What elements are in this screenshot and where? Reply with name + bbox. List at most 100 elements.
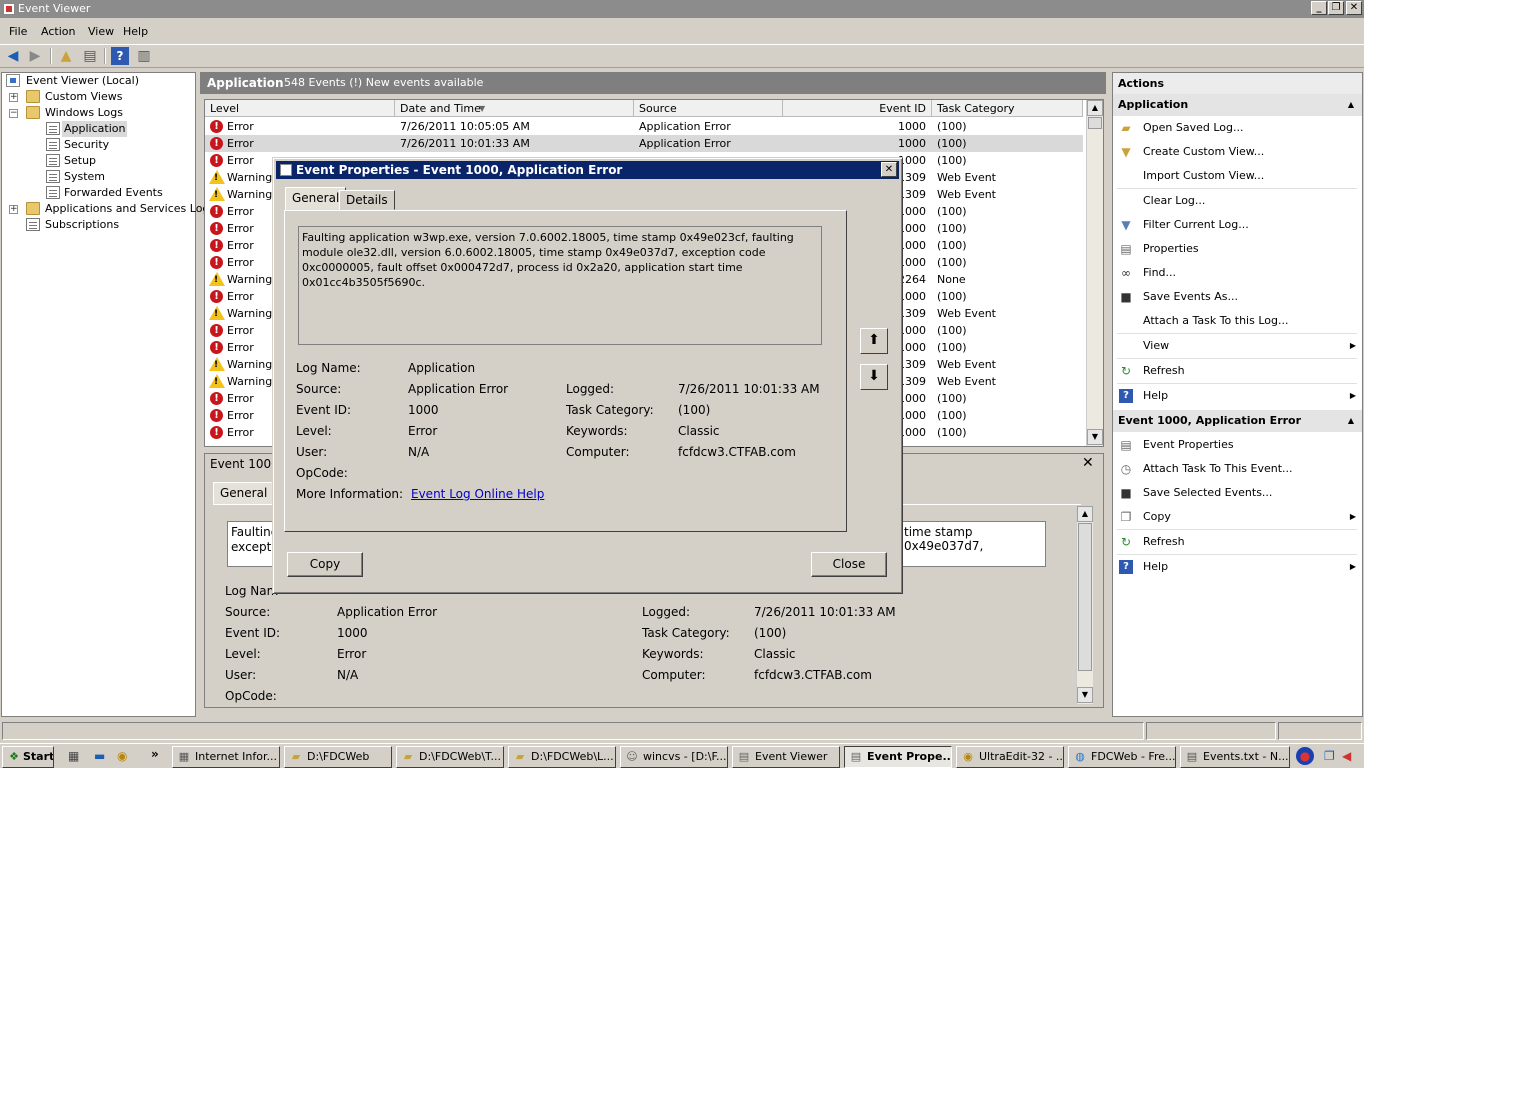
quicklaunch-icon[interactable]: ◉: [117, 749, 127, 763]
taskbar-button[interactable]: ▰ D:\FDCWeb: [284, 746, 392, 768]
action-attach-task-event[interactable]: ◷ Attach Task To This Event...: [1113, 458, 1362, 480]
tray-network-icon[interactable]: ●: [1296, 747, 1314, 765]
cell-level: Warning: [227, 358, 273, 371]
action-copy[interactable]: ❐ Copy ▶: [1113, 506, 1362, 528]
menu-bar: File Action View Help: [0, 22, 1364, 42]
taskbar-button[interactable]: ▰ D:\FDCWeb\T...: [396, 746, 504, 768]
expand-icon[interactable]: +: [9, 205, 18, 214]
action-attach-task-log[interactable]: Attach a Task To this Log...: [1113, 310, 1362, 332]
grid-scrollbar[interactable]: ▲ ▼: [1086, 100, 1103, 446]
column-header-level[interactable]: Level: [205, 100, 395, 117]
collapse-section-icon[interactable]: ▲: [1348, 410, 1354, 432]
dialog-tab-details[interactable]: Details: [339, 190, 395, 210]
taskbar-button[interactable]: ▤ Event Prope...: [844, 746, 952, 768]
back-arrow-icon[interactable]: ◀: [4, 47, 22, 65]
help-icon[interactable]: ?: [111, 47, 129, 65]
taskbar-button[interactable]: ☺ wincvs - [D:\F...: [620, 746, 728, 768]
show-hide-actions-icon[interactable]: ▥: [135, 47, 153, 65]
action-view[interactable]: View ▶: [1113, 335, 1362, 357]
scroll-up-button[interactable]: ▲: [1077, 506, 1093, 522]
dialog-tab-general[interactable]: General: [285, 187, 347, 211]
taskbar-app-icon: ◉: [963, 750, 973, 763]
action-help-event[interactable]: ? Help ▶: [1113, 556, 1362, 578]
server-manager-icon[interactable]: ▦: [68, 749, 79, 763]
column-header-event-id[interactable]: Event ID: [783, 100, 932, 117]
action-event-properties[interactable]: ▤ Event Properties: [1113, 434, 1362, 456]
collapse-icon[interactable]: −: [9, 109, 18, 118]
taskbar-button[interactable]: ◍ FDCWeb - Fre...: [1068, 746, 1176, 768]
warning-icon: !: [209, 272, 225, 286]
menu-help[interactable]: Help: [123, 25, 148, 38]
window-titlebar[interactable]: Event Viewer _ ❐ ✕: [0, 0, 1364, 18]
actions-separator: [1117, 554, 1357, 555]
event-log-online-help-link[interactable]: Event Log Online Help: [411, 487, 544, 501]
action-refresh[interactable]: ↻ Refresh: [1113, 360, 1362, 382]
column-header-source[interactable]: Source: [634, 100, 783, 117]
collapse-section-icon[interactable]: ▲: [1348, 94, 1354, 116]
scroll-down-button[interactable]: ▼: [1077, 687, 1093, 703]
action-import-custom-view[interactable]: Import Custom View...: [1113, 165, 1362, 187]
error-icon: !: [210, 154, 223, 167]
taskbar-button[interactable]: ▰ D:\FDCWeb\L...: [508, 746, 616, 768]
dialog-copy-button[interactable]: Copy: [287, 552, 363, 577]
taskbar-button[interactable]: ▤ Events.txt - N...: [1180, 746, 1290, 768]
scroll-down-button[interactable]: ▼: [1087, 429, 1103, 445]
action-find[interactable]: ∞ Find...: [1113, 262, 1362, 284]
restore-button[interactable]: ❐: [1328, 1, 1344, 15]
up-folder-icon[interactable]: ▲: [57, 47, 75, 65]
actions-section-event[interactable]: Event 1000, Application Error ▲: [1113, 410, 1362, 432]
table-row[interactable]: ! Error 7/26/2011 10:05:05 AM Application E…: [205, 118, 1083, 135]
close-window-button[interactable]: ✕: [1346, 1, 1362, 15]
log-icon: [46, 138, 60, 151]
action-filter-current-log[interactable]: ▼ Filter Current Log...: [1113, 214, 1362, 236]
menu-file[interactable]: File: [9, 25, 27, 38]
close-detail-icon[interactable]: ✕: [1082, 455, 1094, 471]
taskbar-button[interactable]: ▦ Internet Infor...: [172, 746, 280, 768]
arrow-up-icon: ⬆: [868, 332, 880, 348]
action-clear-log[interactable]: Clear Log...: [1113, 190, 1362, 212]
scroll-up-button[interactable]: ▲: [1087, 100, 1103, 116]
detail-scrollbar[interactable]: ▲ ▼: [1076, 506, 1093, 704]
taskbar-button[interactable]: ◉ UltraEdit-32 - ...: [956, 746, 1064, 768]
quicklaunch-more-icon[interactable]: »: [151, 747, 159, 761]
action-open-saved-log[interactable]: ▰ Open Saved Log...: [1113, 117, 1362, 139]
dialog-description-box[interactable]: Faulting application w3wp.exe, version 7…: [298, 226, 822, 345]
dialog-titlebar[interactable]: Event Properties - Event 1000, Applicati…: [276, 161, 899, 179]
sort-down-icon: ▼: [479, 104, 486, 113]
error-icon: !: [210, 290, 223, 303]
show-hide-tree-icon[interactable]: ▤: [81, 47, 99, 65]
column-header-task-category[interactable]: Task Category: [932, 100, 1083, 117]
actions-section-application[interactable]: Application ▲: [1113, 94, 1362, 116]
toolbar-separator: [104, 48, 106, 64]
actions-separator: [1117, 383, 1357, 384]
tray-monitor-icon[interactable]: ❐: [1324, 749, 1335, 763]
action-save-events-as[interactable]: ■ Save Events As...: [1113, 286, 1362, 308]
action-save-selected-events[interactable]: ■ Save Selected Events...: [1113, 482, 1362, 504]
action-create-custom-view[interactable]: ▼ Create Custom View...: [1113, 141, 1362, 163]
table-row[interactable]: ! Error 7/26/2011 10:01:33 AM Application E…: [205, 135, 1083, 152]
column-header-date[interactable]: Date and Time ▼: [395, 100, 634, 117]
scroll-thumb[interactable]: [1088, 117, 1102, 129]
tray-speaker-icon[interactable]: ◀: [1342, 749, 1351, 763]
menu-view[interactable]: View: [88, 25, 114, 38]
dialog-close-icon[interactable]: ✕: [881, 162, 897, 177]
action-refresh-event[interactable]: ↻ Refresh: [1113, 531, 1362, 553]
previous-event-button[interactable]: ⬆: [860, 328, 888, 354]
forward-arrow-icon[interactable]: ▶: [26, 47, 44, 65]
cell-category: (100): [937, 137, 967, 150]
taskbar-button[interactable]: ▤ Event Viewer: [732, 746, 840, 768]
menu-action[interactable]: Action: [41, 25, 75, 38]
minimize-button[interactable]: _: [1311, 1, 1327, 15]
event-viewer-icon: [6, 74, 20, 87]
dialog-close-button[interactable]: Close: [811, 552, 887, 577]
dialog-title: Event Properties - Event 1000, Applicati…: [296, 163, 623, 177]
show-desktop-icon[interactable]: ▬: [94, 749, 105, 763]
expand-icon[interactable]: +: [9, 93, 18, 102]
next-event-button[interactable]: ⬇: [860, 364, 888, 390]
action-help[interactable]: ? Help ▶: [1113, 385, 1362, 407]
scroll-thumb[interactable]: [1078, 523, 1092, 671]
action-properties[interactable]: ▤ Properties: [1113, 238, 1362, 260]
start-button[interactable]: ❖ Start: [2, 746, 54, 768]
detail-tab-general[interactable]: General: [213, 482, 275, 504]
dialog-source: Application Error: [408, 382, 509, 396]
